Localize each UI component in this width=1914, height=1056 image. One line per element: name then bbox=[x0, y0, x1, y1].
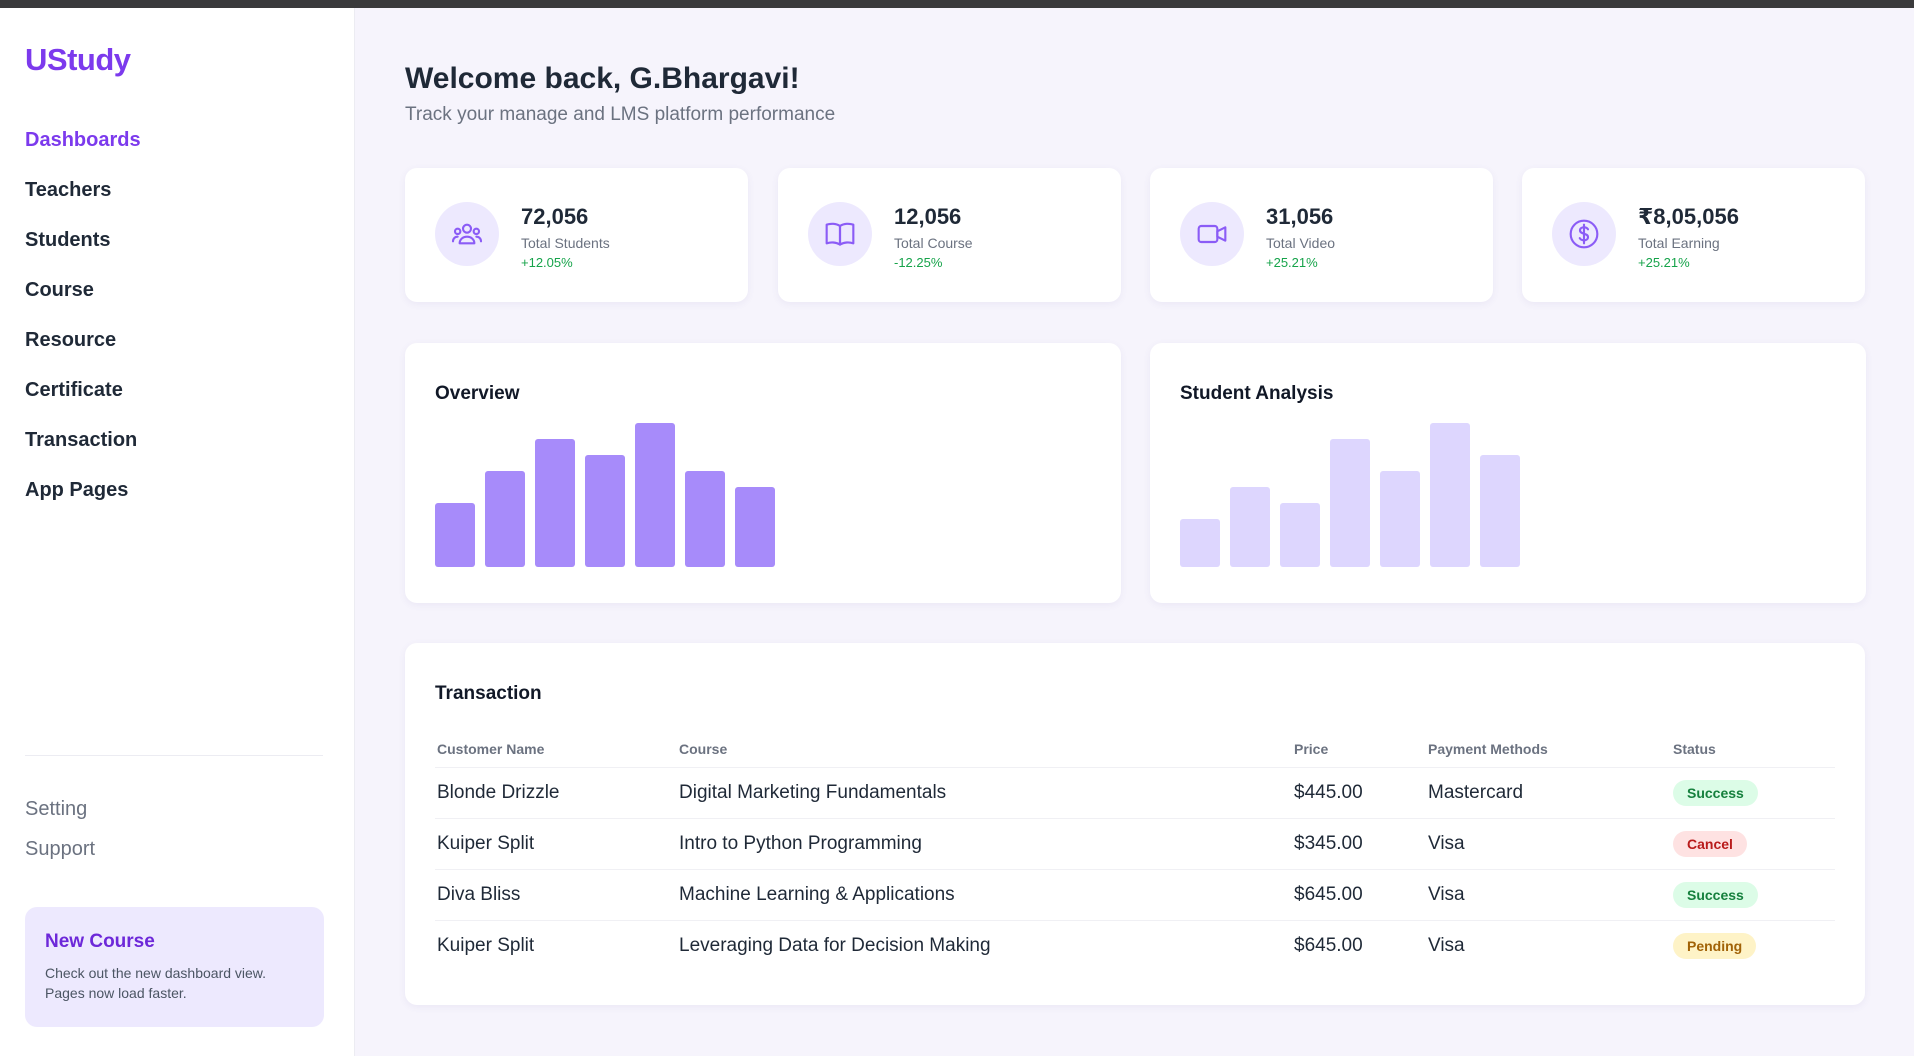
chart-bar bbox=[635, 423, 675, 567]
cell-status: Success bbox=[1671, 869, 1835, 921]
chart-bar bbox=[1330, 439, 1370, 567]
stat-value: 12,056 bbox=[894, 204, 962, 229]
cell-status: Pending bbox=[1671, 920, 1835, 971]
stat-change: +25.21% bbox=[1638, 255, 1690, 270]
column-header-payment-method[interactable]: Payment Methods bbox=[1426, 731, 1671, 768]
table-row[interactable]: Kuiper Split Leveraging Data for Decisio… bbox=[435, 920, 1835, 971]
transaction-title: Transaction bbox=[435, 683, 542, 704]
sidebar-item-certificate[interactable]: Certificate bbox=[25, 370, 141, 420]
column-header-price[interactable]: Price bbox=[1292, 731, 1426, 768]
sidebar-item-setting[interactable]: Setting bbox=[25, 798, 95, 838]
cell-payment-method: Visa bbox=[1428, 934, 1465, 956]
status-badge: Pending bbox=[1673, 932, 1757, 959]
stat-change: +25.21% bbox=[1266, 255, 1318, 270]
cell-customer: Diva Bliss bbox=[435, 869, 677, 921]
stat-card-course[interactable]: 12,056 Total Course -12.25% bbox=[778, 168, 1121, 302]
chart-bar bbox=[1180, 519, 1220, 567]
stat-value: 72,056 bbox=[521, 204, 589, 229]
page-subtitle: Track your manage and LMS platform perfo… bbox=[405, 104, 836, 125]
page-title: Welcome back, G.Bhargavi! bbox=[405, 62, 800, 95]
window-top-bar bbox=[0, 0, 1914, 8]
cell-course: Machine Learning & Applications bbox=[677, 869, 1292, 921]
stat-label: Total Earning bbox=[1638, 235, 1720, 251]
student-analysis-chart-card: Student Analysis bbox=[1150, 343, 1866, 603]
sidebar-secondary-nav: Setting Support bbox=[25, 798, 95, 878]
sidebar-item-app-pages[interactable]: App Pages bbox=[25, 470, 141, 520]
sidebar-item-resource[interactable]: Resource bbox=[25, 320, 141, 370]
sidebar-item-course[interactable]: Course bbox=[25, 270, 141, 320]
cell-course: Digital Marketing Fundamentals bbox=[677, 767, 1292, 819]
cell-price: $645.00 bbox=[1294, 934, 1363, 956]
cell-course: Leveraging Data for Decision Making bbox=[679, 934, 991, 956]
cell-customer: Blonde Drizzle bbox=[435, 767, 677, 819]
stat-value: ₹8,05,056 bbox=[1638, 204, 1739, 229]
sidebar-nav: Dashboards Teachers Students Course Reso… bbox=[25, 120, 141, 520]
overview-chart bbox=[435, 423, 775, 567]
promo-text: Check out the new dashboard view. Pages … bbox=[45, 965, 267, 1001]
chart-bar bbox=[1480, 455, 1520, 567]
chart-bar bbox=[1430, 423, 1470, 567]
chart-bar bbox=[1280, 503, 1320, 567]
sidebar-divider bbox=[25, 755, 323, 756]
sidebar-item-teachers[interactable]: Teachers bbox=[25, 170, 141, 220]
chart-bar bbox=[585, 455, 625, 567]
student-analysis-title: Student Analysis bbox=[1180, 383, 1334, 404]
overview-title: Overview bbox=[435, 383, 520, 404]
promo-title: New Course bbox=[45, 931, 155, 952]
video-icon bbox=[1180, 202, 1244, 266]
stat-change: -12.25% bbox=[894, 255, 943, 270]
cell-price: $645.00 bbox=[1292, 869, 1426, 921]
stat-card-earning[interactable]: ₹8,05,056 Total Earning +25.21% bbox=[1522, 168, 1865, 302]
status-badge: Success bbox=[1673, 779, 1758, 806]
transaction-table: Customer Name Course Price Payment Metho… bbox=[435, 731, 1835, 971]
chart-bar bbox=[485, 471, 525, 567]
table-row[interactable]: Kuiper Split Intro to Python Programming… bbox=[435, 818, 1835, 870]
users-icon bbox=[435, 202, 499, 266]
column-header-course[interactable]: Course bbox=[677, 731, 1292, 768]
cell-customer: Kuiper Split bbox=[437, 934, 535, 956]
sidebar-item-support[interactable]: Support bbox=[25, 838, 95, 878]
chart-bar bbox=[685, 471, 725, 567]
cell-payment-method: Visa bbox=[1426, 818, 1671, 870]
cell-course: Intro to Python Programming bbox=[677, 818, 1292, 870]
cell-status: Cancel bbox=[1671, 818, 1835, 870]
sidebar: UStudy Dashboards Teachers Students Cour… bbox=[0, 8, 355, 1056]
chart-bar bbox=[435, 503, 475, 567]
sidebar-item-transaction[interactable]: Transaction bbox=[25, 420, 141, 470]
cell-customer: Kuiper Split bbox=[435, 818, 677, 870]
table-row[interactable]: Diva Bliss Machine Learning & Applicatio… bbox=[435, 869, 1835, 921]
status-badge: Success bbox=[1673, 881, 1758, 908]
stat-value: 31,056 bbox=[1266, 204, 1334, 229]
book-icon bbox=[808, 202, 872, 266]
stat-label: Total Video bbox=[1266, 235, 1336, 251]
sidebar-item-students[interactable]: Students bbox=[25, 220, 141, 270]
table-header-row: Customer Name Course Price Payment Metho… bbox=[435, 731, 1835, 768]
stat-label: Total Students bbox=[521, 235, 610, 251]
stat-card-video[interactable]: 31,056 Total Video +25.21% bbox=[1150, 168, 1493, 302]
status-badge: Cancel bbox=[1673, 830, 1747, 857]
student-analysis-chart bbox=[1180, 423, 1520, 567]
chart-bar bbox=[535, 439, 575, 567]
cell-price: $445.00 bbox=[1292, 767, 1426, 819]
sidebar-item-dashboards[interactable]: Dashboards bbox=[25, 120, 141, 170]
cell-price: $345.00 bbox=[1292, 818, 1426, 870]
stat-card-students[interactable]: 72,056 Total Students +12.05% bbox=[405, 168, 748, 302]
cell-status: Success bbox=[1671, 767, 1835, 819]
cell-payment-method: Mastercard bbox=[1426, 767, 1671, 819]
brand-logo[interactable]: UStudy bbox=[25, 42, 131, 78]
overview-chart-card: Overview bbox=[405, 343, 1121, 603]
cell-payment-method: Visa bbox=[1426, 869, 1671, 921]
table-row[interactable]: Blonde Drizzle Digital Marketing Fundame… bbox=[435, 767, 1835, 819]
column-header-status[interactable]: Status bbox=[1671, 731, 1835, 768]
chart-bar bbox=[1230, 487, 1270, 567]
chart-bar bbox=[1380, 471, 1420, 567]
stat-change: +12.05% bbox=[521, 255, 573, 270]
column-header-customer[interactable]: Customer Name bbox=[435, 731, 677, 768]
new-course-promo[interactable]: New Course Check out the new dashboard v… bbox=[25, 907, 324, 1027]
stat-label: Total Course bbox=[894, 235, 973, 251]
dollar-icon bbox=[1552, 202, 1616, 266]
chart-bar bbox=[735, 487, 775, 567]
transaction-card: Transaction Customer Name Course Price P… bbox=[405, 643, 1865, 1005]
